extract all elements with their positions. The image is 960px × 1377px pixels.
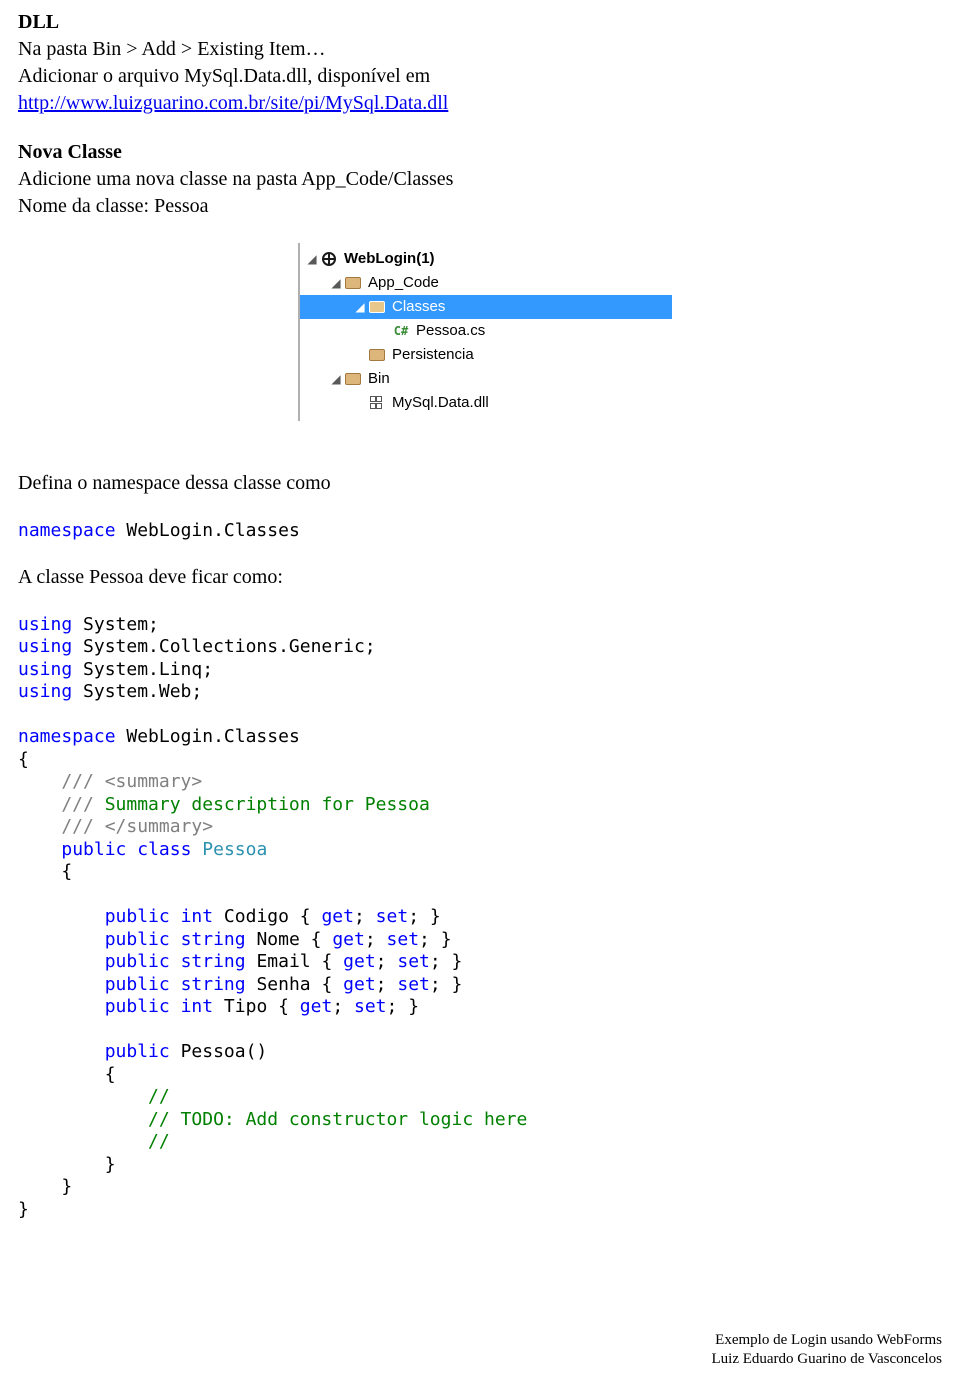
- csharp-file-icon: C#: [392, 323, 410, 339]
- heading-nova-classe: Nova Classe: [18, 140, 942, 165]
- paragraph-nova1: Adicione uma nova classe na pasta App_Co…: [18, 167, 942, 192]
- dll-icon: [368, 395, 386, 411]
- folder-icon: [344, 275, 362, 291]
- heading-dll: DLL: [18, 10, 942, 35]
- tree-pessoa: Pessoa.cs: [416, 322, 485, 341]
- document-body: DLL Na pasta Bin > Add > Existing Item… …: [18, 10, 942, 1369]
- tree-dll: MySql.Data.dll: [392, 394, 489, 413]
- page-footer: Exemplo de Login usando WebForms Luiz Ed…: [18, 1331, 942, 1369]
- paragraph-bin: Na pasta Bin > Add > Existing Item…: [18, 37, 942, 62]
- folder-open-icon: [368, 299, 386, 315]
- expand-arrow-icon: ◢: [352, 300, 368, 315]
- tree-root: WebLogin(1): [344, 250, 435, 269]
- folder-icon: [344, 371, 362, 387]
- paragraph-add: Adicionar o arquivo MySql.Data.dll, disp…: [18, 64, 942, 89]
- footer-line1: Exemplo de Login usando WebForms: [18, 1331, 942, 1350]
- paragraph-nova2: Nome da classe: Pessoa: [18, 194, 942, 219]
- expand-arrow-icon: ◢: [328, 372, 344, 387]
- solution-explorer: ◢ WebLogin(1) ◢ App_Code ◢ Classes C# Pe…: [298, 243, 620, 421]
- globe-icon: [320, 251, 338, 267]
- expand-arrow-icon: ◢: [304, 252, 320, 267]
- tree-bin: Bin: [368, 370, 390, 389]
- code-pessoa-class: using System; using System.Collections.G…: [18, 614, 942, 1222]
- folder-icon: [368, 347, 386, 363]
- code-namespace: namespace WebLogin.Classes: [18, 520, 942, 543]
- tree-classes: Classes: [392, 298, 445, 317]
- tree-persist: Persistencia: [392, 346, 474, 365]
- expand-arrow-icon: ◢: [328, 276, 344, 291]
- tree-appcode: App_Code: [368, 274, 439, 293]
- download-link[interactable]: http://www.luizguarino.com.br/site/pi/My…: [18, 92, 448, 114]
- paragraph-def-ns: Defina o namespace dessa classe como: [18, 471, 942, 496]
- paragraph-classe: A classe Pessoa deve ficar como:: [18, 565, 942, 590]
- footer-line2: Luiz Eduardo Guarino de Vasconcelos: [18, 1350, 942, 1369]
